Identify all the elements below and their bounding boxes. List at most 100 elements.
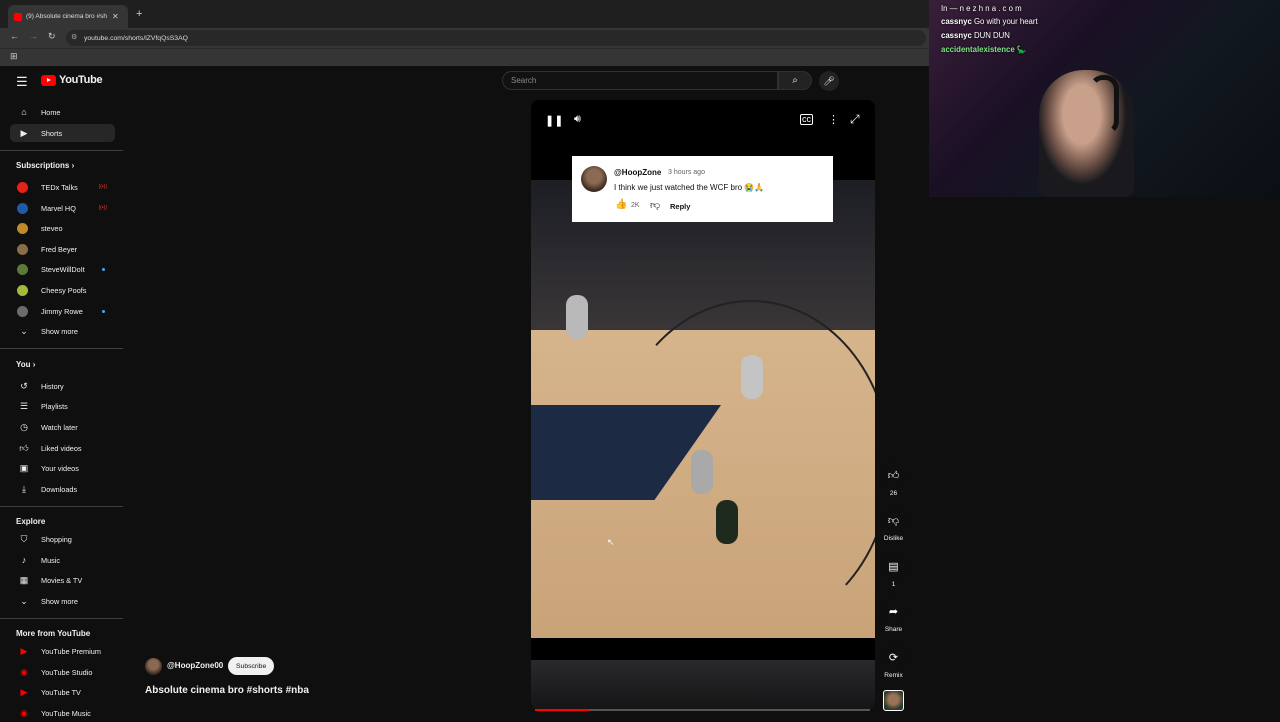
mic-icon: 🎤︎ [823, 75, 835, 86]
sidebar-item-subscription[interactable]: steveo [10, 219, 115, 237]
like-count: 26 [889, 490, 898, 497]
video-front-crowd [531, 660, 875, 710]
sidebar-item-subscription[interactable]: Jimmy Rowe [10, 302, 115, 320]
more-vertical-icon[interactable]: ⋮ [828, 113, 839, 126]
video-three-point-line [611, 300, 875, 630]
dislike-button[interactable]: 👎︎ Dislike [880, 507, 907, 542]
youtube-tv-icon: ▶ [20, 686, 28, 697]
youtube-premium-icon: ▶ [20, 645, 28, 656]
thumbs-down-icon: 👎︎ [880, 507, 907, 534]
chat-message: accidentalexistence 🦕 [941, 45, 1027, 54]
remix-button[interactable]: ⟳ Remix [880, 644, 907, 679]
avatar [17, 202, 28, 214]
search-button[interactable]: ⌕ [778, 71, 812, 90]
bookmarks-bar [0, 48, 929, 66]
subscriptions-heading[interactable]: Subscriptions › [16, 161, 74, 170]
comment-overlay: @HoopZone 3 hours ago I think we just wa… [572, 156, 833, 222]
home-icon: ⌂ [21, 107, 27, 117]
avatar [17, 263, 28, 275]
video-title: Absolute cinema bro #shorts #nba [145, 685, 309, 696]
chat-message: In — n e z h n a . c o m [941, 4, 1022, 13]
clock-icon: ◷ [20, 421, 28, 432]
volume-icon[interactable]: 🔊︎ [574, 113, 581, 126]
divider [0, 618, 123, 619]
show-more-button[interactable]: ⌄ Show more [10, 322, 115, 340]
comment-time: 3 hours ago [668, 169, 705, 176]
sound-thumbnail[interactable] [883, 690, 904, 711]
site-info-icon[interactable]: ⚙ [71, 33, 77, 41]
tab-close-icon[interactable]: ✕ [112, 12, 119, 21]
url-input[interactable]: youtube.com/shorts/lZVfqQsS3AQ [66, 30, 926, 46]
youtube-studio-icon: ◉ [20, 666, 28, 677]
fullscreen-icon[interactable]: ⤢ [850, 112, 860, 127]
menu-icon[interactable]: ☰ [16, 74, 28, 90]
progress-fill [535, 709, 589, 711]
comment-reply-label: Reply [670, 202, 691, 211]
live-icon: ((•)) [98, 205, 107, 211]
live-icon: ((•)) [98, 184, 107, 190]
like-button[interactable]: 👍︎ 26 [880, 462, 907, 497]
sidebar-item-history[interactable]: ↺ History [10, 377, 115, 395]
youtube-logo[interactable]: YouTube [41, 74, 103, 86]
video-frame [531, 180, 875, 710]
channel-name[interactable]: @HoopZone00 [167, 661, 223, 670]
share-button[interactable]: ➦ Share [880, 598, 907, 633]
history-icon: ↺ [20, 380, 28, 391]
sidebar-item-liked-videos[interactable]: 👍︎ Liked videos [10, 439, 115, 457]
video-player-figure [716, 500, 738, 544]
comment-author: @HoopZone [614, 168, 662, 177]
sidebar-item-subscription[interactable]: Marvel HQ ((•)) [10, 199, 115, 217]
sidebar-item-youtube-music[interactable]: ◉ YouTube Music [10, 704, 115, 722]
sidebar-item-subscription[interactable]: TEDx Talks ((•)) [10, 178, 115, 196]
sidebar-item-playlists[interactable]: ☰ Playlists [10, 397, 115, 415]
sidebar-item-your-videos[interactable]: ▣ Your videos [10, 459, 115, 477]
captions-icon[interactable]: cc [800, 114, 813, 125]
more-from-youtube-heading: More from YouTube [16, 629, 91, 638]
back-icon[interactable]: ← [10, 31, 19, 42]
sidebar-item-shorts[interactable]: ▶ Shorts [10, 124, 115, 142]
divider [0, 506, 123, 507]
comment-text: I think we just watched the WCF bro 😭🙏 [614, 183, 765, 192]
mouse-cursor-icon: ↖ [607, 537, 615, 547]
sidebar-item-youtube-tv[interactable]: ▶ YouTube TV [10, 683, 115, 701]
browser-tab[interactable]: (9) Absolute cinema bro #sh ✕ [8, 5, 128, 28]
search-icon: ⌕ [792, 75, 798, 86]
sidebar-item-home[interactable]: ⌂ Home [10, 103, 115, 121]
sidebar-item-youtube-studio[interactable]: ◉ YouTube Studio [10, 663, 115, 681]
sidebar-item-movies[interactable]: ▦ Movies & TV [10, 571, 115, 589]
sidebar-item-youtube-premium[interactable]: ▶ YouTube Premium [10, 642, 115, 660]
sidebar-item-subscription[interactable]: SteveWillDoIt [10, 260, 115, 278]
sidebar-item-subscription[interactable]: Cheesy Poofs [10, 281, 115, 299]
channel-avatar[interactable] [145, 658, 162, 675]
dislike-label: Dislike [883, 535, 904, 542]
share-label: Share [884, 626, 903, 633]
subscribe-button[interactable]: Subscribe [228, 657, 275, 675]
thumbs-up-icon: 👍︎ [880, 462, 907, 489]
comment-icon: ▤ [880, 553, 907, 580]
voice-search-button[interactable]: 🎤︎ [819, 71, 839, 91]
comment-like-count: 2K [631, 202, 640, 209]
apps-grid-icon[interactable]: ⊞ [10, 51, 18, 62]
video-icon: ▣ [19, 462, 29, 473]
chevron-down-icon: ⌄ [20, 325, 28, 336]
sidebar-item-watch-later[interactable]: ◷ Watch later [10, 418, 115, 436]
comments-button[interactable]: ▤ 1 [880, 553, 907, 588]
sidebar-item-subscription[interactable]: Fred Beyer [10, 240, 115, 258]
sidebar-item-music[interactable]: ♪ Music [10, 551, 115, 569]
forward-icon[interactable]: → [29, 31, 38, 42]
video-player-figure [741, 355, 763, 399]
avatar [17, 181, 28, 193]
show-more-button[interactable]: ⌄ Show more [10, 592, 115, 610]
chat-message: cassnyc Go with your heart [941, 17, 1038, 26]
search-input[interactable]: Search [502, 71, 778, 90]
you-heading[interactable]: You › [16, 360, 35, 369]
remix-label: Remix [884, 672, 903, 679]
new-content-dot-icon [102, 267, 105, 271]
new-tab-button[interactable]: + [136, 8, 142, 20]
music-note-icon: ♪ [21, 555, 27, 565]
reload-icon[interactable]: ↻ [48, 31, 56, 42]
sidebar-item-downloads[interactable]: ⤓ Downloads [10, 480, 115, 498]
pause-icon[interactable]: ❚❚ [545, 114, 563, 127]
sidebar-item-shopping[interactable]: ⛉ Shopping [10, 530, 115, 548]
avatar [17, 284, 28, 296]
